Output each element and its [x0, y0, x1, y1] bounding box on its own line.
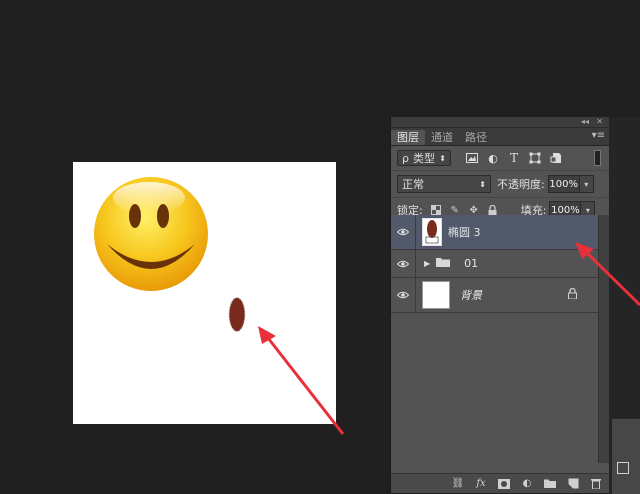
layers-panel: ◂◂ ✕ 图层 通道 路径 ▾≡ ρ 类型 ⬍ ◐ T 正常 ⬍ 不透明度: 1…: [390, 117, 609, 493]
tab-paths[interactable]: 路径: [459, 130, 493, 145]
panel-menu-icon[interactable]: ▾≡: [592, 130, 605, 141]
opacity-label: 不透明度:: [497, 178, 545, 191]
tab-channels[interactable]: 通道: [425, 130, 459, 145]
filter-toggle[interactable]: [594, 150, 601, 166]
opacity-dropdown-icon[interactable]: ▾: [579, 175, 594, 193]
layer-name: 01: [464, 257, 479, 270]
document-canvas-area[interactable]: [0, 0, 390, 493]
layer-thumbnail[interactable]: [422, 218, 442, 246]
layer-divider: [415, 215, 416, 249]
blend-mode-value: 正常: [402, 178, 424, 191]
adjustment-filter-icon[interactable]: ◐: [486, 151, 500, 165]
folder-icon: [436, 257, 451, 270]
opacity-input[interactable]: 100%: [547, 175, 580, 193]
layer-row-ellipse[interactable]: 椭圆 3: [391, 215, 599, 250]
filter-kind-label: 类型: [412, 152, 435, 165]
layer-thumbnail[interactable]: [422, 281, 450, 309]
image-filter-icon[interactable]: [465, 151, 479, 165]
smiley-face-image: [94, 177, 208, 291]
eye-icon[interactable]: [391, 260, 415, 268]
filter-row: ρ 类型 ⬍ ◐ T: [391, 146, 609, 170]
lock-icon: [568, 287, 577, 302]
layer-divider: [415, 278, 416, 312]
type-filter-icon[interactable]: T: [507, 151, 521, 165]
layer-list: 椭圆 3 ▶ 01 背景: [391, 215, 599, 313]
blend-row: 正常 ⬍ 不透明度: 100% ▾: [391, 170, 609, 197]
tab-layers[interactable]: 图层: [391, 130, 425, 145]
stepper-icon: ⬍: [439, 153, 446, 163]
eye-icon[interactable]: [391, 228, 415, 236]
link-layers-icon[interactable]: ⛓: [451, 477, 465, 491]
layer-divider: [415, 250, 416, 277]
panel-title-bar: ◂◂ ✕: [391, 117, 609, 128]
new-group-icon[interactable]: [543, 477, 557, 491]
new-layer-icon[interactable]: [566, 477, 580, 491]
stepper-icon: ⬍: [479, 179, 486, 189]
eye-icon[interactable]: [391, 291, 415, 299]
layers-bottom-bar: ⛓ fx ◐: [391, 473, 609, 493]
panel-icon[interactable]: [617, 462, 629, 474]
layer-name: 椭圆 3: [448, 226, 481, 239]
adjustment-layer-icon[interactable]: ◐: [520, 477, 534, 491]
adjacent-panel: [612, 418, 640, 494]
collapse-icon[interactable]: ◂◂: [581, 117, 589, 127]
close-icon[interactable]: ✕: [596, 117, 603, 127]
filter-kind-select[interactable]: ρ 类型 ⬍: [397, 150, 451, 166]
layer-name: 背景: [460, 289, 482, 302]
shape-filter-icon[interactable]: [528, 151, 542, 165]
fx-icon[interactable]: fx: [474, 477, 488, 491]
delete-layer-icon[interactable]: [589, 477, 603, 491]
expand-arrow-icon[interactable]: ▶: [424, 259, 430, 268]
search-icon: ρ: [402, 151, 409, 165]
smart-object-filter-icon[interactable]: [549, 151, 563, 165]
ellipse-shape[interactable]: [228, 296, 246, 333]
blend-mode-select[interactable]: 正常 ⬍: [397, 175, 491, 193]
add-mask-icon[interactable]: [497, 477, 511, 491]
panel-tabs: 图层 通道 路径 ▾≡: [391, 128, 609, 146]
layer-row-background[interactable]: 背景: [391, 278, 599, 313]
layer-list-scrollbar[interactable]: [598, 215, 609, 463]
layer-row-group[interactable]: ▶ 01: [391, 250, 599, 278]
